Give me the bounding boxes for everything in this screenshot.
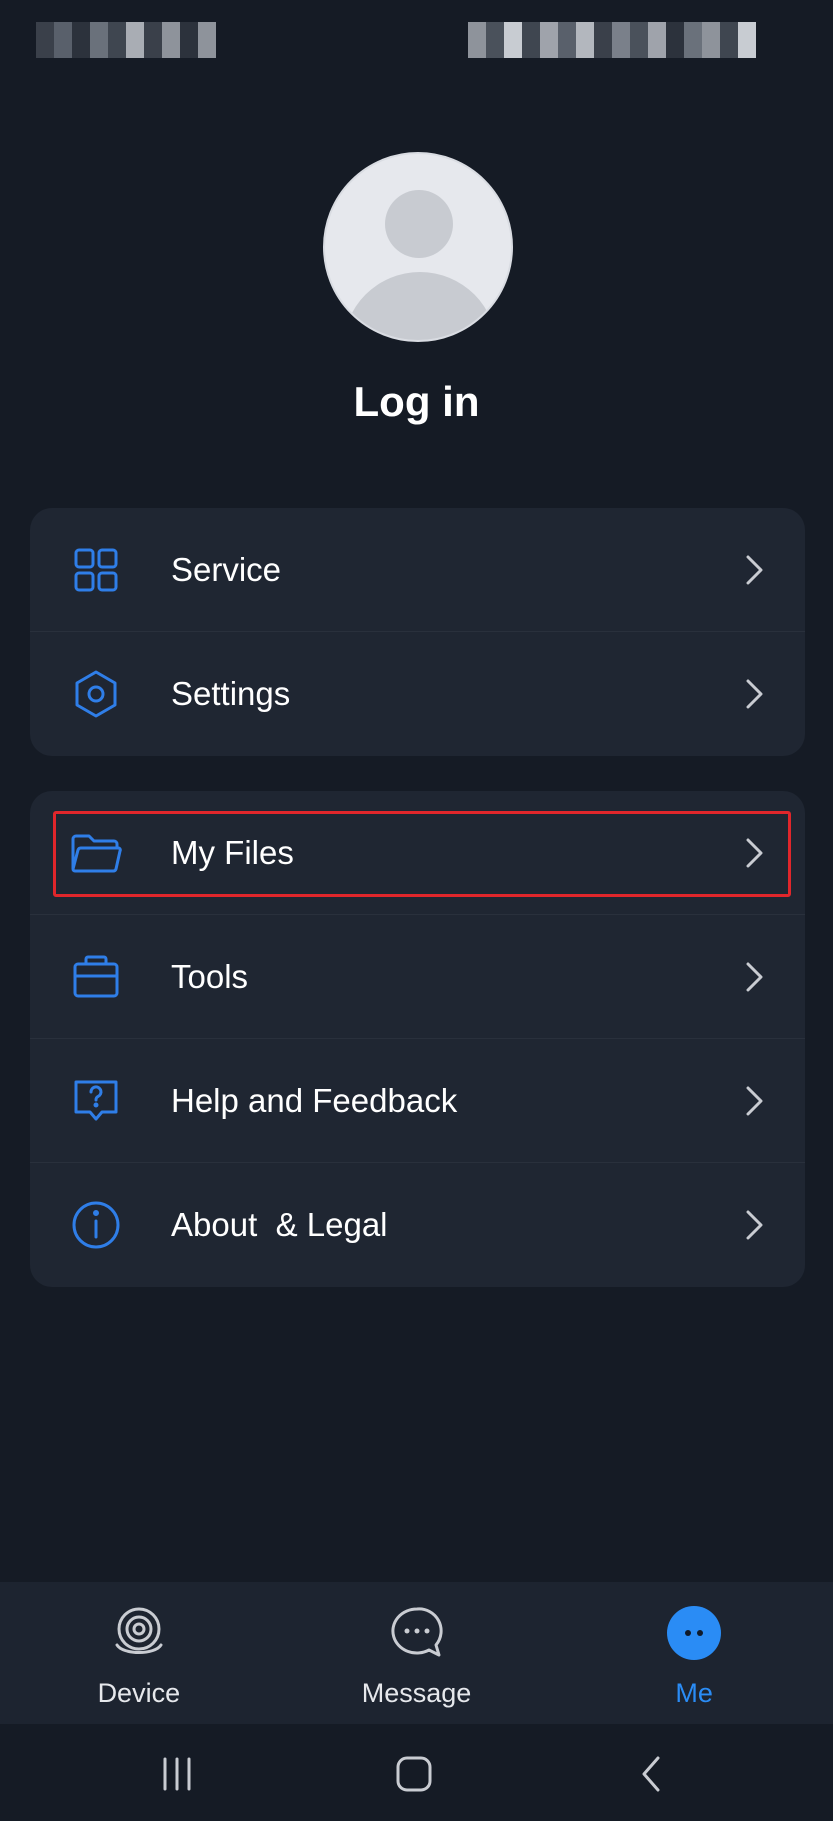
avatar-head <box>385 190 453 258</box>
tab-label: Me <box>675 1678 713 1708</box>
help-bubble-icon <box>70 1075 122 1127</box>
grid-icon <box>70 544 122 596</box>
back-icon[interactable] <box>626 1752 676 1796</box>
menu-card-secondary: My Files Tools Help and Feedback About &… <box>30 791 805 1287</box>
menu-item-settings[interactable]: Settings <box>30 632 805 756</box>
menu-item-about-legal[interactable]: About & Legal <box>30 1163 805 1287</box>
tab-me[interactable]: Me <box>555 1582 833 1724</box>
menu-item-help-feedback[interactable]: Help and Feedback <box>30 1039 805 1163</box>
tab-device[interactable]: Device <box>0 1582 278 1724</box>
system-nav-bar <box>0 1724 833 1821</box>
menu-item-label: Help and Feedback <box>171 1081 458 1119</box>
tab-label: Message <box>361 1678 472 1708</box>
menu-item-label: Settings <box>171 675 291 712</box>
tab-message[interactable]: Message <box>278 1582 556 1724</box>
tab-label: Device <box>97 1678 181 1708</box>
menu-item-my-files[interactable]: My Files <box>30 791 805 915</box>
toolbox-icon <box>70 951 122 1003</box>
chevron-right-icon <box>743 552 767 588</box>
status-bar <box>0 0 833 90</box>
chevron-right-icon <box>743 1083 767 1119</box>
chat-bubble-icon <box>388 1604 446 1662</box>
chevron-right-icon <box>743 676 767 712</box>
menu-item-service[interactable]: Service <box>30 508 805 632</box>
menu-card-primary: Service Settings <box>30 508 805 756</box>
me-dots-icon <box>665 1604 723 1662</box>
chevron-right-icon <box>743 835 767 871</box>
status-right-obscured <box>468 22 756 58</box>
camera-device-icon <box>110 1604 168 1662</box>
menu-item-label: Service <box>171 550 282 588</box>
chevron-right-icon <box>743 959 767 995</box>
menu-item-label: My Files <box>171 833 294 871</box>
recents-icon[interactable] <box>152 1752 202 1796</box>
folder-icon <box>70 827 122 879</box>
menu-item-label: Tools <box>171 957 249 995</box>
info-icon <box>70 1199 122 1251</box>
status-left-obscured <box>36 22 216 58</box>
home-icon[interactable] <box>389 1752 439 1796</box>
hexagon-settings-icon <box>70 668 122 720</box>
menu-item-label: About & Legal <box>171 1206 388 1243</box>
chevron-right-icon <box>743 1207 767 1243</box>
menu-item-tools[interactable]: Tools <box>30 915 805 1039</box>
avatar-body <box>343 272 497 340</box>
default-avatar-icon[interactable] <box>323 152 513 342</box>
login-title[interactable]: Log in <box>0 378 833 426</box>
bottom-tab-bar: Device Message Me <box>0 1582 833 1724</box>
